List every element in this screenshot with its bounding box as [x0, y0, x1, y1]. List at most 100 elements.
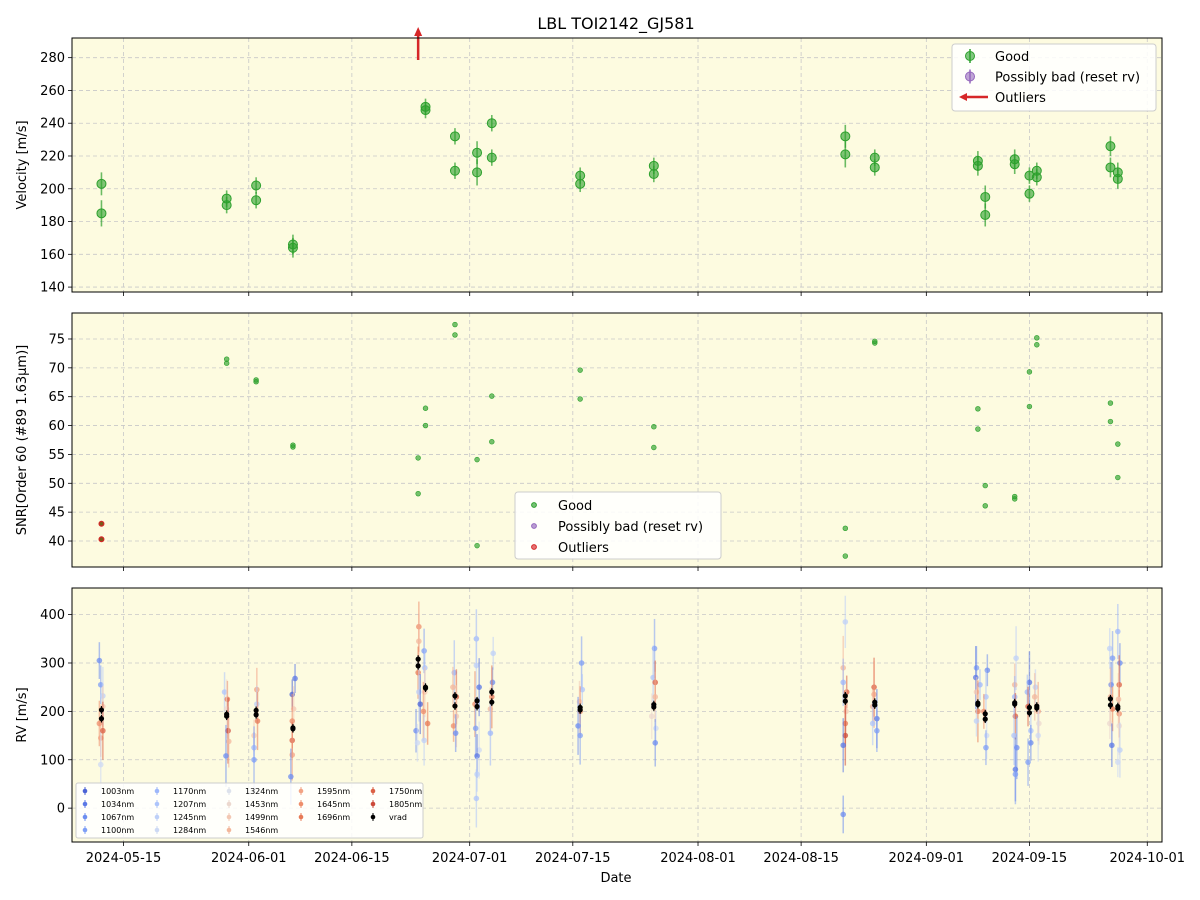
legend-label: vrad: [389, 813, 407, 822]
vrad-point: [489, 699, 495, 705]
legend-label: 1595nm: [317, 787, 350, 796]
velocity-point: [869, 152, 880, 163]
y-axis-label: SNR[Order 60 (#89 1.63μm)]: [15, 345, 30, 536]
x-tick-label: 2024-08-15: [763, 851, 839, 866]
legend-marker: [370, 788, 376, 794]
legend-label: 1453nm: [245, 800, 278, 809]
legend-label: Good: [558, 499, 592, 514]
legend-label: 1284nm: [173, 826, 206, 835]
y-tick-label: 200: [40, 182, 65, 197]
legend-label: 1324nm: [245, 787, 278, 796]
legend-marker: [370, 801, 376, 807]
y-tick-label: 240: [40, 117, 65, 132]
legend: 1003nm 1034nm 1067nm 1100nm 1170nm 1207nm 1245…: [75, 782, 424, 839]
snr-point: [489, 393, 495, 399]
legend-label: 1645nm: [317, 800, 350, 809]
snr-outlier-point: [98, 520, 105, 527]
band-rv-point: [840, 742, 847, 749]
snr-point: [1034, 342, 1040, 348]
legend-label: 1067nm: [101, 813, 134, 822]
velocity-point: [287, 239, 298, 250]
vrad-point: [224, 711, 230, 717]
vrad-point: [872, 699, 878, 705]
snr-point: [452, 321, 458, 328]
velocity-point: [972, 155, 983, 166]
snr-point: [474, 542, 480, 549]
vrad-point: [415, 663, 421, 669]
snr-point: [651, 444, 657, 451]
x-tick-label: 2024-07-01: [432, 851, 508, 866]
legend-label: 1499nm: [245, 813, 278, 822]
y-tick-label: 50: [48, 477, 65, 492]
velocity-point: [1009, 154, 1020, 165]
legend-label: 1750nm: [389, 787, 422, 796]
band-rv-point: [1013, 655, 1019, 661]
snr-point: [452, 332, 458, 338]
y-tick-label: 40: [48, 535, 65, 550]
band-rv-point: [490, 650, 496, 657]
band-rv-point: [473, 795, 480, 802]
band-rv-point: [1035, 732, 1041, 739]
band-rv-point: [842, 619, 849, 625]
x-tick-label: 2024-07-15: [535, 851, 611, 866]
legend-marker: [965, 71, 975, 82]
x-tick-label: 2024-08-01: [660, 851, 736, 866]
vrad-point: [982, 711, 988, 717]
velocity-point: [980, 191, 991, 202]
velocity-point: [840, 131, 851, 142]
legend-label: 1245nm: [173, 813, 206, 822]
x-tick-label: 2024-06-15: [314, 851, 390, 866]
band-rv-point: [1031, 694, 1038, 700]
legend-label: 1207nm: [173, 800, 206, 809]
snr-point: [415, 490, 421, 497]
legend-marker: [226, 801, 232, 807]
snr-point: [982, 482, 988, 489]
band-rv-point: [652, 740, 659, 746]
x-axis-label: Date: [600, 871, 631, 886]
band-rv-point: [223, 753, 229, 759]
y-tick-label: 0: [57, 802, 65, 817]
legend-marker: [154, 788, 160, 794]
y-axis-label: RV [m/s]: [15, 687, 30, 742]
band-rv-point: [416, 638, 422, 645]
snr-point: [872, 338, 878, 344]
legend-marker: [965, 51, 975, 61]
vrad-point: [452, 693, 458, 699]
velocity-point: [1024, 188, 1035, 199]
snr-point: [651, 424, 657, 430]
velocity-point: [1112, 167, 1123, 178]
snr-point: [1026, 403, 1033, 410]
vrad-point: [452, 703, 458, 709]
y-tick-label: 300: [40, 656, 65, 671]
legend-label: Possibly bad (reset rv): [995, 71, 1140, 86]
legend-marker: [154, 801, 160, 807]
legend-label: Outliers: [995, 91, 1046, 106]
band-rv-point: [983, 744, 989, 751]
band-rv-point: [292, 675, 298, 682]
snr-point: [474, 456, 480, 463]
legend-marker: [298, 788, 304, 794]
legend-marker: [226, 788, 232, 794]
chart-title: LBL TOI2142_GJ581: [537, 14, 694, 34]
velocity-point: [472, 147, 483, 158]
vrad-point: [422, 684, 429, 690]
snr-point: [577, 367, 583, 373]
x-tick-label: 2024-09-01: [889, 851, 965, 866]
y-tick-label: 60: [48, 419, 65, 434]
snr-point: [842, 525, 849, 532]
snr-outlier-point: [98, 536, 105, 543]
legend-marker: [226, 827, 232, 833]
vrad-point: [842, 693, 848, 699]
legend-marker: [531, 523, 537, 529]
snr-point: [489, 439, 495, 445]
y-tick-label: 180: [40, 215, 65, 230]
band-rv-point: [254, 718, 261, 724]
band-rv-point: [1025, 759, 1031, 765]
band-rv-point: [1109, 742, 1115, 749]
vrad-point: [474, 698, 480, 704]
vrad-point: [651, 701, 657, 708]
legend-marker: [370, 814, 376, 820]
snr-point: [223, 356, 230, 362]
band-rv-point: [473, 662, 480, 669]
band-rv-point: [652, 694, 659, 700]
